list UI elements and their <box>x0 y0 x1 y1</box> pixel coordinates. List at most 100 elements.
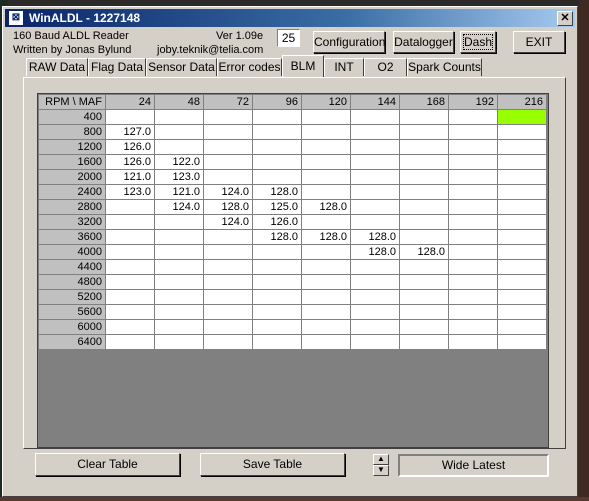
blm-cell[interactable] <box>154 319 204 335</box>
spin-up-arrow-icon[interactable]: ▲ <box>373 454 389 465</box>
blm-cell[interactable] <box>301 334 351 350</box>
blm-cell[interactable]: 122.0 <box>154 154 204 170</box>
blm-cell[interactable] <box>399 184 449 200</box>
blm-cell[interactable] <box>203 154 253 170</box>
blm-cell[interactable] <box>448 154 498 170</box>
blm-cell[interactable] <box>252 334 302 350</box>
blm-cell[interactable] <box>448 289 498 305</box>
blm-cell[interactable] <box>497 229 547 245</box>
blm-cell[interactable] <box>448 274 498 290</box>
blm-cell[interactable] <box>252 154 302 170</box>
blm-cell[interactable] <box>154 214 204 230</box>
blm-cell[interactable] <box>301 259 351 275</box>
blm-cell[interactable] <box>203 319 253 335</box>
blm-cell[interactable] <box>497 184 547 200</box>
title-bar[interactable]: ⊠ WinALDL - 1227148 ✕ <box>5 9 575 27</box>
blm-cell[interactable] <box>399 289 449 305</box>
blm-cell[interactable] <box>350 214 400 230</box>
blm-cell[interactable] <box>301 124 351 140</box>
blm-cell[interactable] <box>252 109 302 125</box>
blm-cell[interactable] <box>350 184 400 200</box>
blm-cell[interactable] <box>497 169 547 185</box>
blm-cell[interactable] <box>448 244 498 260</box>
blm-cell[interactable] <box>350 304 400 320</box>
blm-cell[interactable] <box>105 274 155 290</box>
blm-cell[interactable] <box>448 169 498 185</box>
blm-cell[interactable] <box>497 334 547 350</box>
blm-cell[interactable] <box>203 109 253 125</box>
tab-o2[interactable]: O2 <box>364 58 407 76</box>
blm-cell[interactable] <box>105 334 155 350</box>
blm-cell[interactable]: 126.0 <box>105 139 155 155</box>
blm-cell[interactable] <box>448 124 498 140</box>
blm-cell[interactable]: 128.0 <box>350 229 400 245</box>
blm-cell[interactable] <box>301 319 351 335</box>
configuration-button[interactable]: Configuration <box>313 31 385 53</box>
blm-cell[interactable] <box>301 139 351 155</box>
blm-cell[interactable] <box>154 334 204 350</box>
blm-cell[interactable]: 123.0 <box>105 184 155 200</box>
blm-cell[interactable] <box>497 199 547 215</box>
blm-cell[interactable] <box>399 274 449 290</box>
blm-cell[interactable] <box>203 229 253 245</box>
blm-cell[interactable] <box>203 304 253 320</box>
blm-cell[interactable]: 124.0 <box>203 214 253 230</box>
tab-raw-data[interactable]: RAW Data <box>26 58 88 76</box>
blm-cell[interactable] <box>350 169 400 185</box>
blm-cell[interactable] <box>203 169 253 185</box>
blm-cell[interactable] <box>203 139 253 155</box>
blm-cell[interactable] <box>497 124 547 140</box>
blm-cell[interactable] <box>252 259 302 275</box>
blm-cell[interactable] <box>448 109 498 125</box>
blm-cell[interactable] <box>203 334 253 350</box>
blm-cell[interactable] <box>497 259 547 275</box>
blm-cell[interactable] <box>252 289 302 305</box>
blm-cell[interactable] <box>448 199 498 215</box>
blm-cell[interactable] <box>497 244 547 260</box>
blm-cell[interactable] <box>252 304 302 320</box>
blm-cell[interactable] <box>399 199 449 215</box>
blm-cell[interactable]: 128.0 <box>350 244 400 260</box>
blm-cell[interactable] <box>154 109 204 125</box>
blm-cell[interactable] <box>154 124 204 140</box>
blm-cell[interactable] <box>350 289 400 305</box>
blm-cell[interactable] <box>350 334 400 350</box>
blm-cell[interactable]: 128.0 <box>203 199 253 215</box>
blm-cell[interactable] <box>350 139 400 155</box>
blm-cell[interactable]: 128.0 <box>301 229 351 245</box>
blm-cell[interactable] <box>105 259 155 275</box>
blm-cell[interactable] <box>350 124 400 140</box>
blm-cell[interactable] <box>301 184 351 200</box>
clear-table-button[interactable]: Clear Table <box>35 453 180 476</box>
blm-cell[interactable] <box>203 274 253 290</box>
app-icon[interactable]: ⊠ <box>9 11 23 25</box>
blm-cell[interactable] <box>301 169 351 185</box>
blm-cell[interactable] <box>301 214 351 230</box>
blm-cell[interactable] <box>497 304 547 320</box>
blm-cell[interactable] <box>203 289 253 305</box>
blm-cell[interactable] <box>399 304 449 320</box>
blm-cell[interactable]: 125.0 <box>252 199 302 215</box>
blm-cell[interactable]: 124.0 <box>203 184 253 200</box>
dash-button[interactable]: Dash <box>460 31 496 53</box>
blm-cell[interactable] <box>350 319 400 335</box>
blm-cell[interactable] <box>350 259 400 275</box>
blm-cell[interactable] <box>497 274 547 290</box>
blm-cell[interactable] <box>105 244 155 260</box>
blm-cell[interactable] <box>154 139 204 155</box>
blm-cell[interactable] <box>252 244 302 260</box>
blm-cell[interactable] <box>399 154 449 170</box>
blm-cell[interactable] <box>252 169 302 185</box>
blm-cell[interactable] <box>399 259 449 275</box>
blm-cell[interactable] <box>301 274 351 290</box>
blm-cell[interactable] <box>301 304 351 320</box>
blm-cell[interactable] <box>399 334 449 350</box>
blm-cell[interactable] <box>448 259 498 275</box>
blm-cell[interactable] <box>154 274 204 290</box>
tab-error-codes[interactable]: Error codes <box>217 58 282 76</box>
blm-cell[interactable] <box>399 229 449 245</box>
blm-cell[interactable]: 126.0 <box>105 154 155 170</box>
blm-cell[interactable] <box>497 289 547 305</box>
blm-cell[interactable] <box>399 319 449 335</box>
blm-cell[interactable] <box>301 154 351 170</box>
